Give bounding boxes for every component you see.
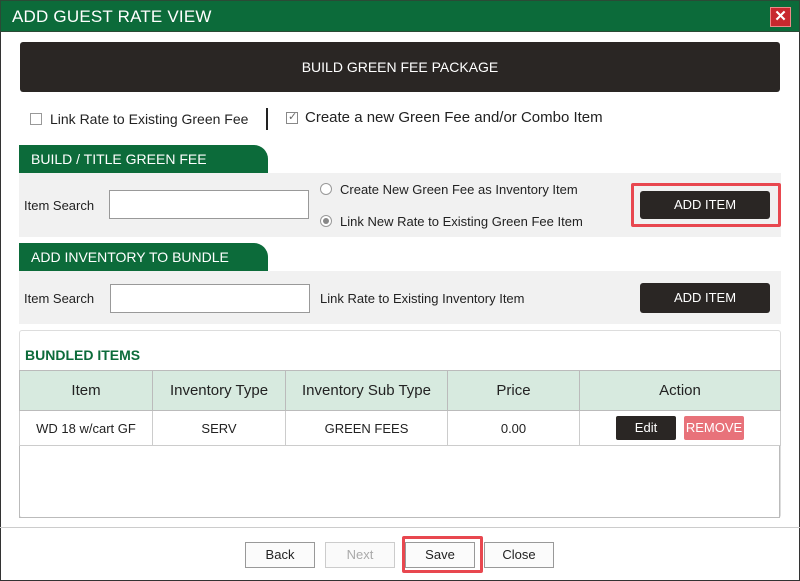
column-header-inventory-sub-type: Inventory Sub Type [285,370,448,411]
radio-link-existing-label: Link New Rate to Existing Green Fee Item [340,214,583,229]
next-button[interactable]: Next [325,542,395,568]
build-add-item-button[interactable]: ADD ITEM [640,191,770,219]
remove-button[interactable]: REMOVE [684,416,744,440]
create-new-checkbox[interactable] [286,110,298,124]
cell-inventory-sub-type: GREEN FEES [285,410,448,446]
link-rate-checkbox[interactable] [30,113,42,125]
create-new-label: Create a new Green Fee and/or Combo Item [305,109,603,126]
edit-button[interactable]: Edit [616,416,676,440]
title-bar: ADD GUEST RATE VIEW ✕ [0,0,800,32]
build-search-label: Item Search [24,198,95,213]
column-header-price: Price [447,370,580,411]
cell-price: 0.00 [447,410,580,446]
build-green-fee-package-button[interactable]: BUILD GREEN FEE PACKAGE [20,42,780,92]
save-button[interactable]: Save [405,542,475,568]
inventory-search-label: Item Search [24,291,95,306]
cell-inventory-type: SERV [152,410,286,446]
bundled-items-title: BUNDLED ITEMS [25,347,141,363]
table-row: WD 18 w/cart GF SERV GREEN FEES 0.00 Edi… [19,410,781,446]
close-button[interactable]: Close [484,542,554,568]
options-divider [266,108,268,130]
column-header-inventory-type: Inventory Type [152,370,286,411]
back-button[interactable]: Back [245,542,315,568]
radio-create-new-label: Create New Green Fee as Inventory Item [340,182,578,197]
build-section-header: BUILD / TITLE GREEN FEE [19,145,268,173]
bundled-items-table: Item Inventory Type Inventory Sub Type P… [19,370,781,446]
column-header-action: Action [579,370,781,411]
table-header-row: Item Inventory Type Inventory Sub Type P… [19,370,781,411]
inventory-add-item-button[interactable]: ADD ITEM [640,283,770,313]
link-rate-label: Link Rate to Existing Green Fee [50,111,249,127]
window-title: ADD GUEST RATE VIEW [12,7,212,26]
inventory-link-label: Link Rate to Existing Inventory Item [320,291,525,306]
cell-action: Edit REMOVE [579,410,781,446]
inventory-item-search-input[interactable] [110,284,310,313]
cell-item: WD 18 w/cart GF [19,410,153,446]
table-empty-area [19,446,780,518]
footer-divider [0,527,800,528]
build-item-search-input[interactable] [109,190,309,219]
inventory-section-header: ADD INVENTORY TO BUNDLE [19,243,268,271]
close-icon[interactable]: ✕ [770,7,791,27]
radio-link-existing-green-fee[interactable] [320,215,332,227]
radio-create-new-green-fee[interactable] [320,183,332,195]
column-header-item: Item [19,370,153,411]
